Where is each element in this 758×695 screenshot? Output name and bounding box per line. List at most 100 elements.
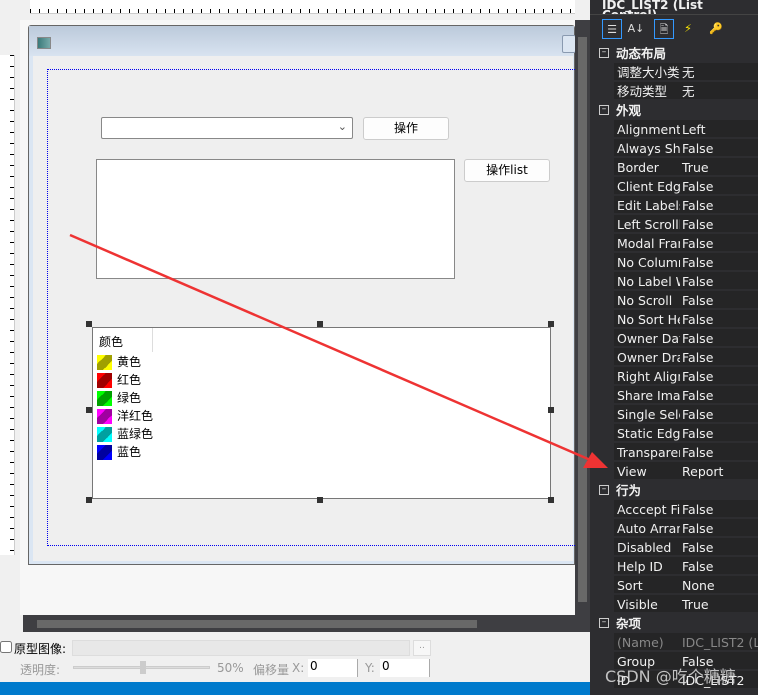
- property-row[interactable]: Sort None: [590, 576, 758, 595]
- property-group[interactable]: – 行为: [590, 481, 758, 500]
- property-row[interactable]: No Scroll False: [590, 291, 758, 310]
- property-row[interactable]: Right Align False: [590, 367, 758, 386]
- properties-icon[interactable]: 🗎: [654, 19, 674, 39]
- column-header[interactable]: 颜色: [93, 328, 153, 352]
- close-button[interactable]: [562, 35, 576, 53]
- property-value[interactable]: False: [680, 424, 758, 442]
- property-value[interactable]: False: [680, 500, 758, 518]
- x-offset-input[interactable]: 0: [308, 659, 358, 677]
- collapse-icon[interactable]: –: [599, 618, 609, 628]
- prototype-path-field[interactable]: [72, 640, 410, 656]
- property-row[interactable]: Alignment Left: [590, 120, 758, 139]
- scroll-thumb[interactable]: [578, 37, 587, 602]
- property-value[interactable]: True: [680, 595, 758, 613]
- property-value[interactable]: False: [680, 367, 758, 385]
- property-row[interactable]: Static EdgeFalse: [590, 424, 758, 443]
- operate-list-button[interactable]: 操作list: [464, 159, 550, 182]
- list-item[interactable]: 绿色: [97, 389, 141, 407]
- property-row[interactable]: No Label WrapFalse: [590, 272, 758, 291]
- property-value[interactable]: False: [680, 557, 758, 575]
- resize-handle[interactable]: [548, 321, 554, 327]
- property-row[interactable]: Client EdgeFalse: [590, 177, 758, 196]
- property-row[interactable]: View Report: [590, 462, 758, 481]
- property-row[interactable]: No Column False: [590, 253, 758, 272]
- property-row[interactable]: Single SelectFalse: [590, 405, 758, 424]
- property-row[interactable]: Disabled False: [590, 538, 758, 557]
- categorized-icon[interactable]: ☰: [602, 19, 622, 39]
- property-group[interactable]: – 杂项: [590, 614, 758, 633]
- property-value[interactable]: False: [680, 234, 758, 252]
- browse-button[interactable]: ..: [413, 640, 431, 656]
- resize-handle[interactable]: [548, 497, 554, 503]
- scroll-thumb[interactable]: [37, 620, 477, 628]
- list-control[interactable]: 颜色 黄色 红色 绿色 洋红色 蓝绿色 蓝色: [92, 327, 551, 499]
- list-item[interactable]: 洋红色: [97, 407, 153, 425]
- list-item[interactable]: 蓝绿色: [97, 425, 153, 443]
- resize-handle[interactable]: [86, 407, 92, 413]
- slider-thumb[interactable]: [139, 661, 146, 674]
- list-item[interactable]: 黄色: [97, 353, 141, 371]
- list-box[interactable]: [96, 159, 455, 279]
- property-group[interactable]: – 外观: [590, 101, 758, 120]
- property-row[interactable]: Modal FrameFalse: [590, 234, 758, 253]
- collapse-icon[interactable]: –: [599, 48, 609, 58]
- property-group[interactable]: – 动态布局: [590, 44, 758, 63]
- property-value[interactable]: None: [680, 576, 758, 594]
- vertical-scrollbar[interactable]: [575, 20, 590, 632]
- property-value[interactable]: 无: [680, 63, 758, 81]
- prototype-checkbox[interactable]: [0, 641, 12, 653]
- property-row[interactable]: Owner DrawFalse: [590, 348, 758, 367]
- property-row[interactable]: Acccept FilesFalse: [590, 500, 758, 519]
- property-value[interactable]: False: [680, 177, 758, 195]
- property-value[interactable]: False: [680, 253, 758, 271]
- property-value[interactable]: IDC_LIST2 (List Control): [680, 633, 758, 651]
- collapse-icon[interactable]: –: [599, 485, 609, 495]
- property-value[interactable]: False: [680, 386, 758, 404]
- property-row[interactable]: 移动类型无: [590, 82, 758, 101]
- property-value[interactable]: False: [680, 272, 758, 290]
- property-value[interactable]: Report: [680, 462, 758, 480]
- horizontal-scrollbar[interactable]: [23, 615, 575, 632]
- property-value[interactable]: False: [680, 196, 758, 214]
- list-item[interactable]: 红色: [97, 371, 141, 389]
- resize-handle[interactable]: [548, 407, 554, 413]
- property-row[interactable]: Auto ArrangeFalse: [590, 519, 758, 538]
- property-row[interactable]: Help ID False: [590, 557, 758, 576]
- property-value[interactable]: False: [680, 405, 758, 423]
- resize-handle[interactable]: [317, 497, 323, 503]
- property-row[interactable]: Visible True: [590, 595, 758, 614]
- property-value[interactable]: False: [680, 310, 758, 328]
- events-icon[interactable]: ⚡: [678, 19, 698, 39]
- combo-box[interactable]: ⌄: [101, 117, 353, 139]
- property-row[interactable]: 调整大小类无: [590, 63, 758, 82]
- sort-alpha-icon[interactable]: A↓: [626, 19, 646, 39]
- operate-button[interactable]: 操作: [363, 117, 449, 140]
- key-icon[interactable]: 🔑: [706, 19, 726, 39]
- resize-handle[interactable]: [317, 321, 323, 327]
- list-item[interactable]: 蓝色: [97, 443, 141, 461]
- property-row[interactable]: Owner DataFalse: [590, 329, 758, 348]
- properties-title[interactable]: IDC_LIST2 (List Control): [590, 0, 758, 14]
- collapse-icon[interactable]: –: [599, 105, 609, 115]
- resize-handle[interactable]: [86, 497, 92, 503]
- opacity-slider[interactable]: [73, 661, 210, 674]
- resize-handle[interactable]: [86, 321, 92, 327]
- property-row[interactable]: Share ImageFalse: [590, 386, 758, 405]
- property-value[interactable]: False: [680, 538, 758, 556]
- property-value[interactable]: False: [680, 139, 758, 157]
- property-row[interactable]: TransparentFalse: [590, 443, 758, 462]
- property-value[interactable]: False: [680, 519, 758, 537]
- property-value[interactable]: 无: [680, 82, 758, 100]
- property-row[interactable]: No Sort HeaderFalse: [590, 310, 758, 329]
- property-value[interactable]: False: [680, 291, 758, 309]
- property-row[interactable]: Border True: [590, 158, 758, 177]
- property-value[interactable]: False: [680, 329, 758, 347]
- property-value[interactable]: False: [680, 215, 758, 233]
- property-row[interactable]: (Name)IDC_LIST2 (List Control): [590, 633, 758, 652]
- property-row[interactable]: Edit Labels False: [590, 196, 758, 215]
- y-offset-input[interactable]: 0: [380, 659, 430, 677]
- property-value[interactable]: False: [680, 348, 758, 366]
- property-value[interactable]: True: [680, 158, 758, 176]
- property-row[interactable]: Left ScrollbarFalse: [590, 215, 758, 234]
- property-row[interactable]: Always ShowFalse: [590, 139, 758, 158]
